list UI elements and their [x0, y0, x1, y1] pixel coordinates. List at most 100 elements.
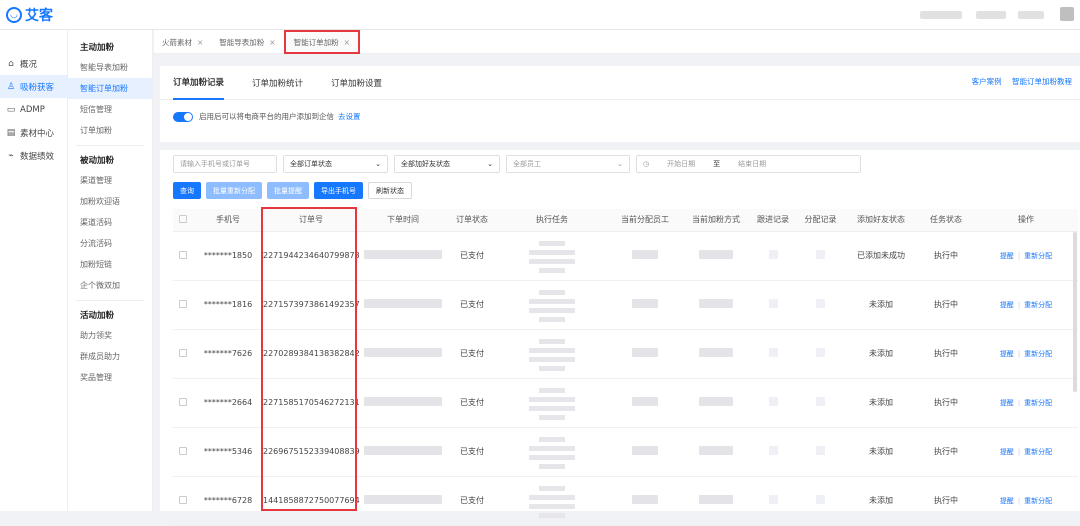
redacted-method — [699, 299, 733, 308]
col-method: 当前加粉方式 — [683, 209, 749, 232]
sidebar-item-materials[interactable]: ▤ 素材中心 — [0, 121, 67, 144]
row-checkbox[interactable] — [179, 397, 187, 406]
divider — [76, 145, 144, 146]
friend-status-select[interactable]: 全部加好友状态 ⌄ — [394, 155, 500, 173]
reassign-link[interactable]: 重新分配 — [1024, 497, 1052, 505]
redacted-time — [364, 397, 442, 406]
col-follow: 跟进记录 — [749, 209, 797, 232]
subtab-records[interactable]: 订单加粉记录 — [173, 66, 225, 100]
row-checkbox[interactable] — [179, 446, 187, 455]
submenu-item-order-add[interactable]: 订单加粉 — [68, 120, 152, 141]
submenu-group-active: 主动加粉 — [80, 43, 115, 53]
submenu-item-welcome[interactable]: 加粉欢迎语 — [68, 191, 152, 212]
cell-task-status: 执行中 — [918, 280, 974, 330]
select-all-checkbox[interactable] — [179, 214, 187, 223]
cell-status: 已支付 — [447, 427, 497, 477]
row-checkbox[interactable] — [179, 348, 187, 357]
table-row: *******2664 2271585170546272131 已支付 未添加 执行中 提… — [173, 378, 1078, 428]
remind-link[interactable]: 提醒 — [1000, 399, 1014, 407]
chart-icon: ⌁ — [8, 150, 14, 161]
home-icon: ⌂ — [8, 58, 14, 69]
subtab-stats[interactable]: 订单加粉统计 — [252, 66, 303, 100]
submenu-item-group-assist[interactable]: 群成员助力 — [68, 346, 152, 367]
submenu-item-order-fans[interactable]: 智能订单加粉 — [68, 78, 152, 99]
cell-task-status: 执行中 — [918, 231, 974, 281]
table-row: *******6728 1441858872750077694 已支付 未添加 执行中 提… — [173, 476, 1078, 526]
reassign-link[interactable]: 重新分配 — [1024, 399, 1052, 407]
submenu-item-live-code[interactable]: 渠道活码 — [68, 212, 152, 233]
staff-select[interactable]: 全部员工 ⌄ — [506, 155, 630, 173]
query-button[interactable]: 查询 — [173, 182, 201, 199]
redacted-time — [364, 250, 442, 259]
batch-remind-button[interactable]: 批量提醒 — [267, 182, 309, 199]
enable-toggle[interactable] — [173, 111, 193, 122]
cell-task-status: 执行中 — [918, 476, 974, 526]
link-cases[interactable]: 客户案例 — [972, 77, 1002, 86]
redacted-follow — [768, 397, 778, 406]
tab-materials[interactable]: 火箭素材 × — [154, 30, 211, 54]
help-links: 客户案例 智能订单加粉教程 — [964, 76, 1072, 87]
top-menu-redacted[interactable] — [920, 11, 962, 19]
reassign-link[interactable]: 重新分配 — [1024, 301, 1052, 309]
remind-link[interactable]: 提醒 — [1000, 252, 1014, 260]
top-bar: ◡ 艾客 — [0, 0, 1080, 30]
table-row: *******7626 2270289384138382842 已支付 未添加 执行中 提… — [173, 329, 1078, 379]
avatar[interactable] — [1060, 7, 1074, 21]
submenu-item-split-code[interactable]: 分流活码 — [68, 233, 152, 254]
remind-link[interactable]: 提醒 — [1000, 448, 1014, 456]
app-logo[interactable]: ◡ 艾客 — [6, 6, 53, 24]
remind-link[interactable]: 提醒 — [1000, 350, 1014, 358]
reassign-link[interactable]: 重新分配 — [1024, 252, 1052, 260]
submenu-item-channel[interactable]: 渠道管理 — [68, 170, 152, 191]
col-assign: 分配记录 — [797, 209, 844, 232]
redacted-time — [364, 446, 442, 455]
close-icon[interactable]: × — [197, 38, 203, 47]
order-status-select[interactable]: 全部订单状态 ⌄ — [283, 155, 388, 173]
sidebar-item-acquire[interactable]: ♙ 吸粉获客 — [0, 75, 67, 98]
cell-order: 2271944234640799873 — [263, 231, 360, 281]
top-menu-redacted[interactable] — [1018, 11, 1044, 19]
enable-toggle-row: 启用后可以将电商平台的用户添加到企信 去设置 — [173, 111, 361, 122]
submenu-item-short-link[interactable]: 加粉短链 — [68, 254, 152, 275]
date-range-picker[interactable]: ◷ 开始日期 至 结束日期 — [636, 155, 861, 173]
submenu-item-assist-reward[interactable]: 助力领奖 — [68, 325, 152, 346]
batch-reassign-button[interactable]: 批量重新分配 — [206, 182, 262, 199]
sidebar-item-admp[interactable]: ▭ ADMP — [0, 98, 67, 121]
refresh-status-button[interactable]: 刷新状态 — [368, 182, 412, 199]
link-tutorial[interactable]: 智能订单加粉教程 — [1012, 77, 1072, 86]
scrollbar[interactable] — [1073, 232, 1077, 392]
cell-task-status: 执行中 — [918, 378, 974, 428]
search-input[interactable]: 请输入手机号或订单号 — [173, 155, 277, 173]
redacted-staff — [632, 446, 658, 455]
submenu-item-prizes[interactable]: 奖品管理 — [68, 367, 152, 388]
subtab-settings[interactable]: 订单加粉设置 — [331, 66, 382, 100]
close-icon[interactable]: × — [269, 38, 275, 47]
tab-order-fans[interactable]: 智能订单加粉 × — [283, 30, 360, 54]
cell-phone: *******7626 — [193, 329, 263, 379]
cell-friend-status: 未添加 — [844, 280, 918, 330]
top-menu-redacted[interactable] — [976, 11, 1006, 19]
remind-link[interactable]: 提醒 — [1000, 301, 1014, 309]
sidebar-item-data[interactable]: ⌁ 数据绩效 — [0, 144, 67, 167]
redacted-time — [364, 495, 442, 504]
chevron-down-icon: ⌄ — [375, 160, 381, 168]
logo-icon: ◡ — [6, 7, 22, 23]
divider — [76, 300, 144, 301]
reassign-link[interactable]: 重新分配 — [1024, 448, 1052, 456]
reassign-link[interactable]: 重新分配 — [1024, 350, 1052, 358]
submenu-item-dual-add[interactable]: 企个微双加 — [68, 275, 152, 296]
remind-link[interactable]: 提醒 — [1000, 497, 1014, 505]
redacted-assign — [816, 250, 825, 259]
export-phone-button[interactable]: 导出手机号 — [314, 182, 363, 199]
row-checkbox[interactable] — [179, 495, 187, 504]
row-checkbox[interactable] — [179, 250, 187, 259]
row-checkbox[interactable] — [179, 299, 187, 308]
submenu-item-table-import[interactable]: 智能导表加粉 — [68, 57, 152, 78]
go-settings-link[interactable]: 去设置 — [338, 111, 361, 122]
sidebar-item-overview[interactable]: ⌂ 概况 — [0, 52, 67, 75]
cell-phone: *******2664 — [193, 378, 263, 428]
close-icon[interactable]: × — [344, 38, 350, 47]
redacted-assign — [816, 397, 825, 406]
submenu-item-sms[interactable]: 短信管理 — [68, 99, 152, 120]
tab-table-import[interactable]: 智能导表加粉 × — [211, 30, 283, 54]
